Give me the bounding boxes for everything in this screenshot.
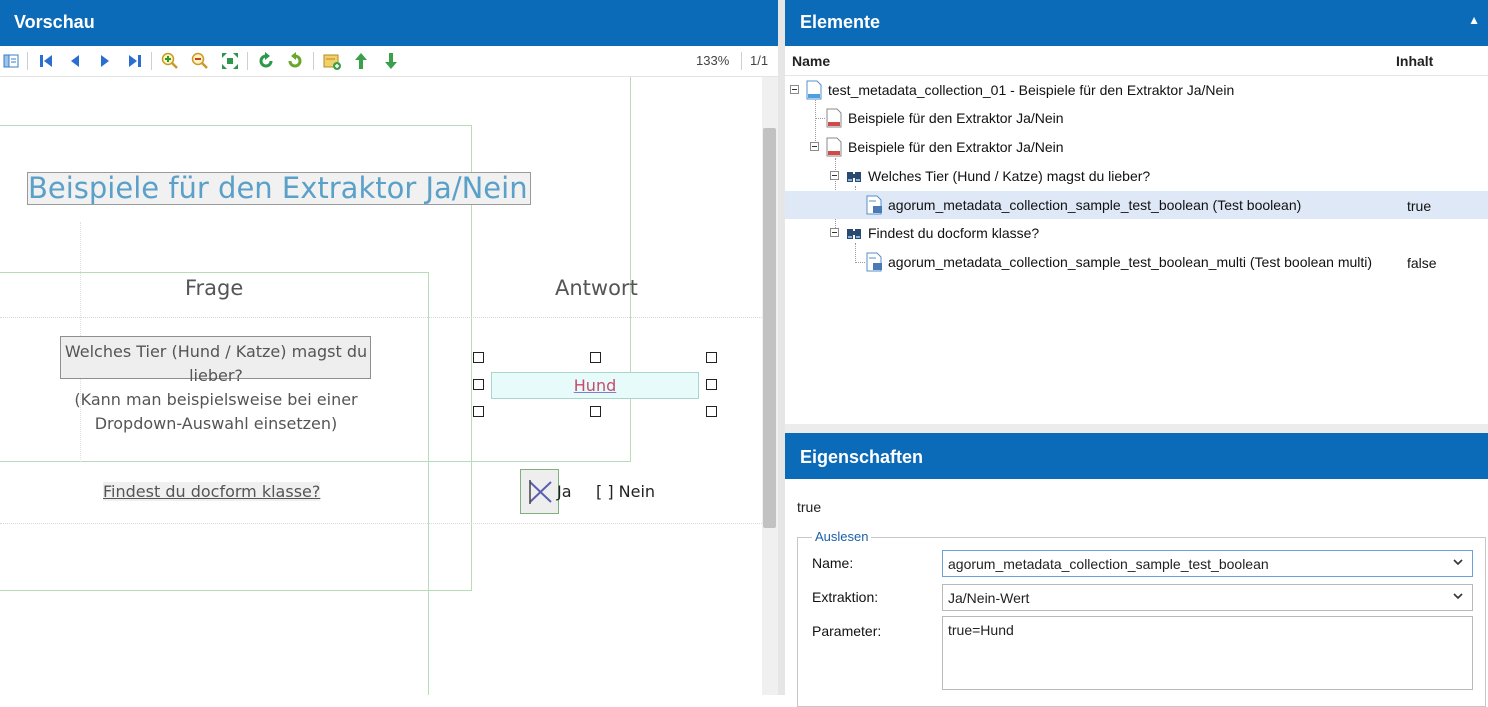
elements-column-header: Name Inhalt [785,46,1488,76]
resize-handle-ne[interactable] [706,352,717,363]
move-down-icon[interactable] [382,52,400,70]
answer2-checkbox-field[interactable] [520,469,559,514]
tree-item-label: Findest du docform klasse? [868,225,1040,241]
tree-item[interactable]: Welches Tier (Hund / Katze) magst du lie… [785,162,1488,190]
auslesen-group: Auslesen Name: agorum_metadata_collectio… [797,529,1486,707]
prev-page-icon[interactable] [66,52,84,70]
rotate-right-icon[interactable] [286,52,304,70]
resize-handle-sw[interactable] [473,406,484,417]
panel-splitter-horizontal[interactable] [785,424,1488,433]
name-select-value: agorum_metadata_collection_sample_test_b… [948,556,1269,572]
collapse-toggle[interactable] [810,142,819,151]
collapse-toggle[interactable] [830,171,839,180]
parameter-label: Parameter: [812,623,882,639]
tree-item-value: true [1407,198,1432,214]
move-up-icon[interactable] [352,52,370,70]
collapse-toggle[interactable] [830,228,839,237]
parameter-textarea[interactable]: true=Hund [942,616,1473,690]
checkbox-cross-icon [529,480,552,504]
extraction-select[interactable]: Ja/Nein-Wert [942,584,1473,611]
column-header-antwort: Antwort [555,276,638,300]
resize-handle-w[interactable] [473,379,484,390]
elements-panel-header: Elemente ▲ [785,0,1488,46]
tree-item[interactable]: agorum_metadata_collection_sample_test_b… [785,248,1488,276]
document-title[interactable]: Beispiele für den Extraktor Ja/Nein [27,172,531,205]
tree-item-label: Welches Tier (Hund / Katze) magst du lie… [868,168,1151,184]
properties-panel-header: Eigenschaften [785,433,1488,479]
chevron-down-icon[interactable] [1452,590,1464,602]
collapse-toggle[interactable] [790,85,799,94]
answer1-field[interactable]: Hund [491,372,699,399]
tree-item[interactable]: Beispiele für den Extraktor Ja/Nein [785,104,1488,132]
tree-item-label: test_metadata_collection_01 - Beispiele … [828,82,1235,98]
collapse-icon[interactable]: ▲ [1468,13,1480,27]
extraction-label: Extraktion: [812,589,879,605]
panel-splitter[interactable] [778,0,785,695]
resize-handle-s[interactable] [590,406,601,417]
column-name[interactable]: Name [792,53,830,69]
tree-item-label: Beispiele für den Extraktor Ja/Nein [848,110,1064,126]
binoculars-icon [847,229,861,239]
elements-title: Elemente [800,12,881,32]
resize-handle-nw[interactable] [473,352,484,363]
column-content[interactable]: Inhalt [1396,53,1433,69]
tree-item-value: false [1407,255,1437,271]
field-icon [866,252,882,272]
rotate-left-icon[interactable] [257,52,275,70]
question1-text: Welches Tier (Hund / Katze) magst du lie… [64,342,368,433]
first-page-icon[interactable] [37,52,55,70]
zoom-out-icon[interactable] [191,52,209,70]
field-icon [866,195,882,215]
properties-title: Eigenschaften [800,447,924,467]
answer2-no-label: [ ] Nein [596,482,656,501]
last-page-icon[interactable] [126,52,144,70]
extraction-select-value: Ja/Nein-Wert [948,590,1030,606]
binoculars-icon [847,172,861,182]
add-field-icon[interactable] [323,52,341,70]
page-counter: 1/1 [750,53,769,68]
properties-panel: true Auslesen Name: agorum_metadata_coll… [785,479,1488,707]
resize-handle-e[interactable] [706,379,717,390]
tree-item[interactable]: Findest du docform klasse? [785,219,1488,247]
tree-item[interactable]: Beispiele für den Extraktor Ja/Nein [785,133,1488,161]
page-icon [826,108,842,128]
answer1-text: Hund [573,376,617,395]
zoom-in-icon[interactable] [161,52,179,70]
preview-scrollbar-thumb[interactable] [763,128,776,528]
next-page-icon[interactable] [96,52,114,70]
tree-item-label: Beispiele für den Extraktor Ja/Nein [848,139,1064,155]
fit-page-icon[interactable] [221,52,239,70]
preview-panel-header: Vorschau [0,0,778,46]
auslesen-legend: Auslesen [812,529,872,544]
parameter-value: true=Hund [948,622,1014,638]
zoom-level: 133% [696,53,730,68]
property-value: true [797,499,822,515]
resize-handle-n[interactable] [590,352,601,363]
name-select[interactable]: agorum_metadata_collection_sample_test_b… [942,550,1473,577]
chevron-down-icon[interactable] [1452,556,1464,568]
preview-title: Vorschau [14,12,95,32]
tree-item-root[interactable]: test_metadata_collection_01 - Beispiele … [785,76,1488,104]
document-icon [806,80,822,100]
layout-icon[interactable] [2,52,20,70]
tree-item-label: agorum_metadata_collection_sample_test_b… [888,197,1302,213]
page-icon [826,137,842,157]
column-header-frage: Frage [185,276,244,300]
answer2-yes-label: Ja [557,482,572,501]
resize-handle-se[interactable] [706,406,717,417]
name-label: Name: [812,555,854,571]
question2-text[interactable]: Findest du docform klasse? [103,482,321,501]
tree-item-selected[interactable]: agorum_metadata_collection_sample_test_b… [785,191,1488,219]
tree-item-label: agorum_metadata_collection_sample_test_b… [888,254,1373,270]
preview-toolbar: 133% 1/1 [0,46,778,77]
